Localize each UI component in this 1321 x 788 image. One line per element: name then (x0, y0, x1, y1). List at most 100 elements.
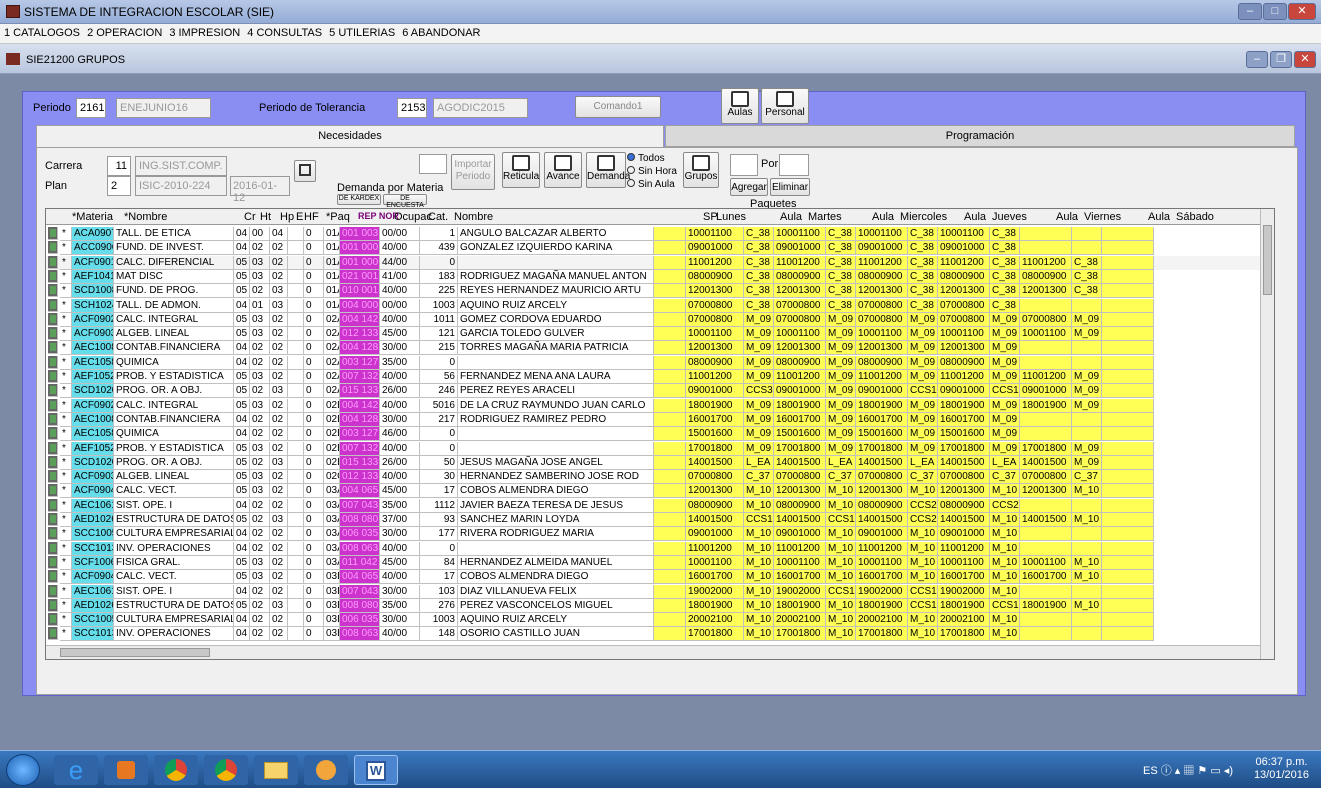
table-cell[interactable]: ACF0901 (72, 255, 114, 270)
table-cell[interactable]: 09001000 (856, 241, 908, 256)
table-cell[interactable]: 09001000 (856, 527, 908, 542)
table-cell[interactable] (654, 241, 686, 256)
table-cell[interactable]: 1003 (420, 613, 458, 628)
table-cell[interactable]: 41/00 (380, 269, 420, 284)
table-cell[interactable]: 02 (250, 584, 270, 599)
table-cell[interactable]: 35/00 (380, 598, 420, 613)
table-cell[interactable] (654, 341, 686, 356)
table-cell[interactable]: 20002100 (686, 613, 744, 628)
table-cell[interactable]: 0 (304, 269, 324, 284)
table-cell[interactable]: 007 043 (340, 584, 380, 599)
table-cell[interactable]: C_37 (908, 470, 938, 485)
table-cell[interactable]: 0 (304, 570, 324, 585)
table-cell[interactable]: 17001800 (856, 627, 908, 642)
table-cell[interactable]: 0 (304, 241, 324, 256)
table-row[interactable]: *ACF0901CALC. DIFERENCIAL050302001A001 0… (46, 255, 1270, 270)
table-cell[interactable]: M_10 (990, 627, 1020, 642)
table-cell[interactable] (654, 541, 686, 556)
table-cell[interactable]: M_09 (990, 441, 1020, 456)
table-cell[interactable]: 07000800 (1020, 312, 1072, 327)
table-cell[interactable]: 15001600 (686, 427, 744, 442)
table-cell[interactable]: L_EA (990, 455, 1020, 470)
table-cell[interactable] (1102, 327, 1154, 342)
table-cell[interactable]: 12001300 (774, 484, 826, 499)
table-cell[interactable]: M_10 (990, 570, 1020, 585)
table-cell[interactable]: 12001300 (938, 341, 990, 356)
record-icon[interactable] (48, 327, 58, 341)
table-cell[interactable] (1102, 527, 1154, 542)
table-cell[interactable]: 17001800 (774, 627, 826, 642)
table-cell[interactable]: 02 (270, 555, 288, 570)
table-cell[interactable] (288, 255, 304, 270)
col-hp-header[interactable]: Hp (280, 211, 294, 223)
table-cell[interactable]: AEC1058 (72, 355, 114, 370)
table-cell[interactable]: C_38 (908, 255, 938, 270)
table-row[interactable]: *AEC1058QUIMICA040202002A003 12735/00008… (46, 355, 1270, 370)
table-cell[interactable]: M_10 (744, 584, 774, 599)
table-cell[interactable]: 0 (304, 255, 324, 270)
table-cell[interactable]: 05 (234, 370, 250, 384)
table-cell[interactable]: M_10 (908, 555, 938, 570)
table-cell[interactable]: M_09 (1072, 441, 1102, 456)
table-cell[interactable]: AEC1008 (72, 341, 114, 356)
table-cell[interactable]: 07000800 (686, 298, 744, 313)
table-cell[interactable] (1020, 613, 1072, 628)
table-cell[interactable]: 45/00 (380, 555, 420, 570)
table-cell[interactable]: 03B (324, 598, 340, 613)
vertical-scrollbar[interactable] (1260, 209, 1274, 659)
table-cell[interactable]: ALGEB. LINEAL (114, 327, 234, 342)
table-cell[interactable]: 03B (324, 627, 340, 642)
table-cell[interactable]: ACF0904 (72, 570, 114, 585)
table-cell[interactable] (1102, 455, 1154, 470)
table-cell[interactable]: RODRIGUEZ MAGAÑA MANUEL ANTON (458, 269, 654, 284)
table-cell[interactable] (1072, 241, 1102, 256)
table-cell[interactable]: 0 (304, 498, 324, 513)
table-cell[interactable]: 10001100 (938, 227, 990, 241)
table-cell[interactable]: M_10 (1072, 513, 1102, 527)
table-cell[interactable]: 1011 (420, 312, 458, 327)
table-row[interactable]: *ACF0903ALGEB. LINEAL050302 002A012 13345… (46, 327, 1270, 342)
table-cell[interactable]: 07000800 (774, 470, 826, 485)
table-cell[interactable]: AEC1058 (72, 427, 114, 442)
table-cell[interactable] (654, 555, 686, 570)
table-cell[interactable]: C_38 (826, 227, 856, 241)
table-cell[interactable]: 015 133 (340, 455, 380, 470)
table-cell[interactable]: GOMEZ CORDOVA EDUARDO (458, 312, 654, 327)
table-cell[interactable]: 0 (304, 527, 324, 542)
table-cell[interactable] (288, 584, 304, 599)
table-cell[interactable]: CALC. INTEGRAL (114, 312, 234, 327)
table-cell[interactable]: 008 080 (340, 513, 380, 527)
table-cell[interactable] (288, 470, 304, 485)
table-cell[interactable] (1102, 298, 1154, 313)
table-cell[interactable]: C_38 (826, 284, 856, 299)
table-cell[interactable] (1020, 498, 1072, 513)
table-cell[interactable] (654, 613, 686, 628)
table-cell[interactable]: 02A (324, 384, 340, 399)
table-cell[interactable]: 56 (420, 370, 458, 384)
table-cell[interactable]: 04 (234, 584, 250, 599)
table-cell[interactable]: 0 (420, 541, 458, 556)
table-cell[interactable] (288, 570, 304, 585)
table-cell[interactable]: ACF0902 (72, 312, 114, 327)
table-cell[interactable]: 11001200 (774, 541, 826, 556)
table-cell[interactable]: 12001300 (774, 341, 826, 356)
table-cell[interactable]: M_09 (990, 327, 1020, 342)
table-cell[interactable]: 15001600 (774, 427, 826, 442)
table-cell[interactable]: 02 (270, 613, 288, 628)
table-cell[interactable] (1102, 255, 1154, 270)
table-cell[interactable] (1102, 312, 1154, 327)
table-cell[interactable]: 11001200 (774, 370, 826, 384)
table-cell[interactable]: M_10 (826, 570, 856, 585)
table-row[interactable]: *AEC1008CONTAB.FINANCIERA040202002A004 1… (46, 341, 1270, 356)
table-cell[interactable]: M_09 (744, 427, 774, 442)
table-cell[interactable]: 0 (304, 370, 324, 384)
table-cell[interactable] (288, 427, 304, 442)
table-cell[interactable]: 12001300 (1020, 284, 1072, 299)
table-cell[interactable] (288, 241, 304, 256)
table-cell[interactable]: C_38 (990, 255, 1020, 270)
table-cell[interactable]: 0 (304, 627, 324, 642)
table-cell[interactable]: 004 128 (340, 412, 380, 427)
table-cell[interactable]: RODRIGUEZ RAMIREZ PEDRO (458, 412, 654, 427)
table-cell[interactable]: CCS1 (826, 513, 856, 527)
table-cell[interactable]: 1003 (420, 298, 458, 313)
